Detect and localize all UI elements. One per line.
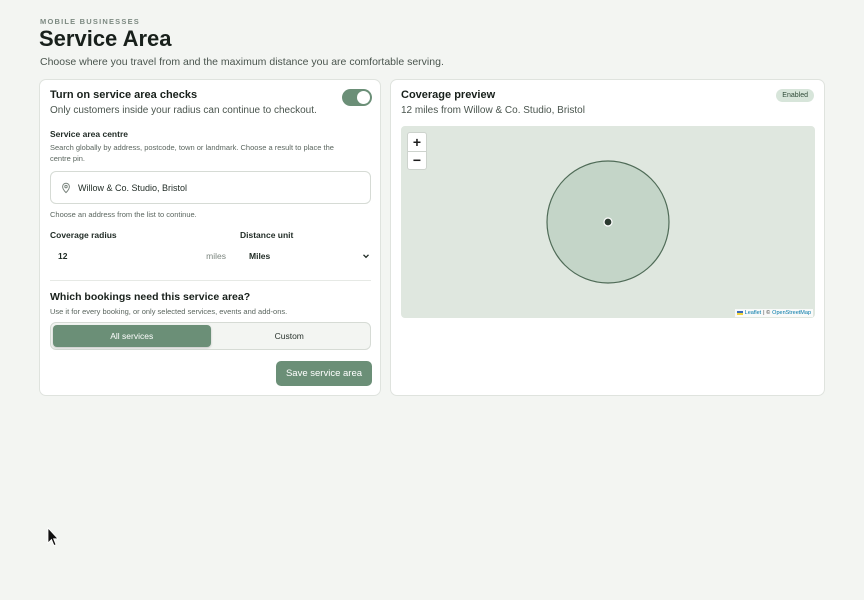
booking-scope-segmented: All services Custom <box>50 322 371 350</box>
toggle-knob <box>357 91 370 104</box>
radius-unit-suffix: miles <box>206 251 226 261</box>
distance-unit-select[interactable]: Miles <box>240 245 372 267</box>
settings-card: Turn on service area checks Only custome… <box>39 79 381 396</box>
preview-card: Coverage preview Enabled 12 miles from W… <box>390 79 825 396</box>
centre-pin <box>603 217 613 227</box>
radius-value: 12 <box>58 251 68 261</box>
osm-link[interactable]: OpenStreetMap <box>772 310 811 316</box>
ukraine-flag-icon <box>736 311 743 315</box>
unit-value: Miles <box>249 251 271 261</box>
address-value: Willow & Co. Studio, Bristol <box>78 182 188 193</box>
toggle-description: Only customers inside your radius can co… <box>50 105 317 116</box>
zoom-control: + − <box>407 132 427 170</box>
page-subtitle: Choose where you travel from and the max… <box>40 56 444 68</box>
divider <box>50 280 371 281</box>
toggle-title: Turn on service area checks <box>50 89 198 101</box>
radius-input[interactable]: 12 miles <box>50 245 228 267</box>
radius-label: Coverage radius <box>50 230 117 240</box>
centre-label: Service area centre <box>50 129 128 139</box>
unit-label: Distance unit <box>240 230 294 240</box>
status-badge: Enabled <box>776 89 814 102</box>
attribution-separator: | © <box>763 310 771 316</box>
map-pin-icon <box>60 182 72 194</box>
preview-subtitle: 12 miles from Willow & Co. Studio, Brist… <box>401 105 585 116</box>
address-help: Choose an address from the list to conti… <box>50 210 197 219</box>
segment-custom[interactable]: Custom <box>211 325 369 347</box>
chevron-down-icon <box>362 252 370 260</box>
coverage-map[interactable]: + − Leaflet | © OpenStreetMap <box>401 126 815 318</box>
leaflet-link[interactable]: Leaflet <box>745 310 762 316</box>
zoom-out-button[interactable]: − <box>408 150 426 170</box>
service-area-toggle[interactable] <box>342 89 372 106</box>
mouse-cursor-icon <box>47 526 59 552</box>
page-title: Service Area <box>39 26 172 51</box>
segment-all-services[interactable]: All services <box>53 325 211 347</box>
centre-help: Search globally by address, postcode, to… <box>50 143 334 163</box>
bookings-title: Which bookings need this service area? <box>50 291 251 303</box>
page-eyebrow: MOBILE BUSINESSES <box>40 17 140 26</box>
zoom-in-button[interactable]: + <box>408 133 426 151</box>
bookings-help: Use it for every booking, or only select… <box>50 307 288 316</box>
address-search-input[interactable]: Willow & Co. Studio, Bristol <box>50 171 371 204</box>
coverage-overlay <box>546 160 670 284</box>
map-attribution: Leaflet | © OpenStreetMap <box>734 309 813 317</box>
save-service-area-button[interactable]: Save service area <box>276 361 372 386</box>
preview-title: Coverage preview <box>401 89 496 101</box>
